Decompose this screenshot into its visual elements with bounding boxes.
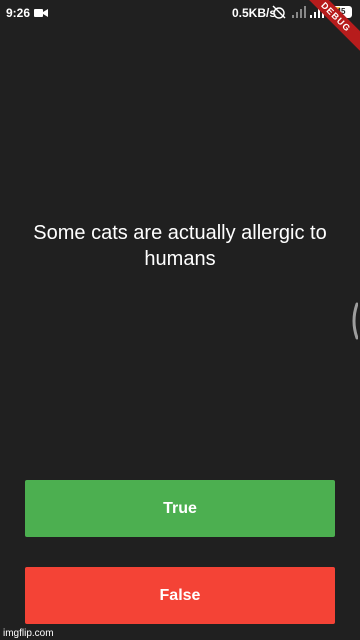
signal-icon bbox=[292, 6, 306, 18]
edge-handle-icon[interactable] bbox=[350, 302, 358, 340]
network-speed: 0.5KB/s bbox=[232, 6, 277, 20]
false-button[interactable]: False bbox=[25, 567, 335, 624]
true-button[interactable]: True bbox=[25, 480, 335, 537]
alarm-off-icon bbox=[272, 5, 286, 19]
question-text: Some cats are actually allergic to human… bbox=[33, 222, 327, 270]
watermark: imgflip.com bbox=[3, 628, 54, 639]
camera-icon bbox=[34, 9, 48, 17]
status-bar: 9:26 0.5KB/s 45 bbox=[0, 0, 360, 26]
quiz-screen: 9:26 0.5KB/s 45 DEBUG Some cats are actu… bbox=[0, 0, 360, 640]
status-time: 9:26 bbox=[6, 6, 31, 20]
